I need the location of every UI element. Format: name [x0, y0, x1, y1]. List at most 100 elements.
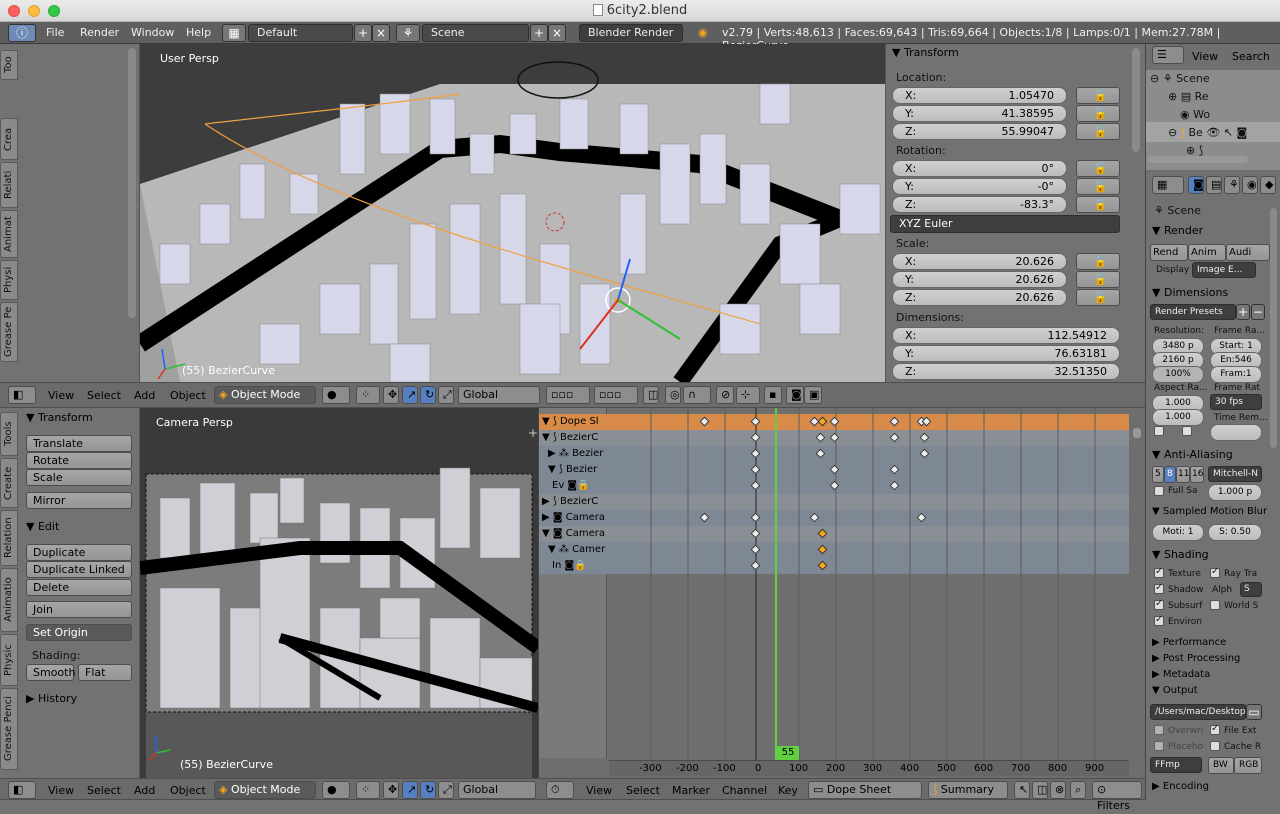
add-layout-button[interactable]: + — [354, 24, 372, 42]
menu-view-bottom[interactable]: View — [48, 784, 74, 797]
properties-scrollbar[interactable] — [1270, 208, 1277, 448]
pivot-icon[interactable]: ⁘ — [356, 386, 380, 404]
antialiasing-panel-header[interactable]: ▼ Anti-Aliasing — [1152, 448, 1233, 461]
rotate-manip-icon[interactable]: ↻ — [420, 386, 436, 404]
tab-physics[interactable]: Physic — [0, 634, 18, 686]
placeholders-checkbox[interactable] — [1154, 741, 1164, 751]
channel-camera-1[interactable]: ▶ ◙ Camera — [542, 510, 605, 525]
menu-view-top[interactable]: View — [48, 389, 74, 402]
viewport-3d-top[interactable]: User Persp (55) BezierCurve — [140, 44, 885, 382]
transform-scrollbar[interactable] — [1132, 48, 1140, 152]
outliner-item-renderlayers[interactable]: ⊕ ▤ Re — [1168, 90, 1209, 103]
renderlayer-tab-icon[interactable]: ▤ — [1206, 176, 1222, 194]
manipulator-icon[interactable]: ✥ — [383, 386, 399, 404]
scene-icon[interactable]: ⚘ — [396, 24, 420, 42]
ds-mode-select[interactable]: ▭ Dope Sheet — [808, 781, 922, 799]
tab-physics-top[interactable]: Physi — [0, 260, 18, 300]
add-scene-button[interactable]: + — [530, 24, 548, 42]
outliner-hscroll[interactable] — [1148, 156, 1248, 163]
time-remap-fields[interactable] — [1210, 424, 1262, 441]
dimension-y[interactable]: Y: 76.63181 — [892, 345, 1120, 362]
ds-menu-view[interactable]: View — [586, 784, 612, 797]
mode-select-bottom[interactable]: ◈ Object Mode — [214, 781, 316, 799]
remove-layout-button[interactable]: × — [372, 24, 390, 42]
mirror-button[interactable]: Mirror — [26, 492, 132, 509]
snap-target-icon[interactable]: ▪ — [764, 386, 782, 404]
metadata-panel-header[interactable]: ▶ Metadata — [1152, 669, 1210, 680]
ds-search-icon[interactable]: ⌕ — [1070, 781, 1086, 799]
crop-checkbox[interactable] — [1182, 426, 1192, 436]
editor-type-icon[interactable]: ⓘ — [8, 24, 36, 42]
raytrace-checkbox[interactable] — [1210, 566, 1220, 578]
rotation-x[interactable]: X: 0° — [892, 160, 1067, 177]
render-presets-select[interactable]: Render Presets — [1150, 304, 1236, 320]
duplicate-linked-button[interactable]: Duplicate Linked — [26, 561, 132, 578]
rotate-button[interactable]: Rotate — [26, 452, 132, 469]
tab-create[interactable]: Create — [0, 458, 18, 508]
full-sample-checkbox[interactable] — [1154, 486, 1164, 496]
output-path-field[interactable]: /Users/mac/Desktop... — [1150, 704, 1254, 720]
color-rgb-button[interactable]: RGB — [1234, 757, 1262, 774]
dopesheet-scrollbar[interactable] — [1133, 428, 1141, 438]
aa-samples-11[interactable]: 11 — [1176, 466, 1190, 483]
scene-tab-icon[interactable]: ⚘ — [1224, 176, 1240, 194]
menu-select-bottom[interactable]: Select — [87, 784, 121, 797]
browse-folder-icon[interactable]: ▭ — [1246, 704, 1262, 720]
tab-animation-top[interactable]: Animat — [0, 210, 18, 258]
history-header[interactable]: ▶ History — [26, 692, 77, 705]
duplicate-button[interactable]: Duplicate — [26, 544, 132, 561]
location-z[interactable]: Z: 55.99047 — [892, 123, 1067, 140]
layout-field[interactable]: Default — [248, 24, 353, 42]
menu-object-bottom[interactable]: Object — [170, 784, 206, 797]
aa-samples-5[interactable]: 5 — [1152, 466, 1164, 483]
shading-panel-header[interactable]: ▼ Shading — [1152, 548, 1209, 561]
menu-file[interactable]: File — [46, 26, 64, 39]
border-checkbox[interactable] — [1154, 426, 1164, 436]
shading-mode-icon[interactable]: ● — [322, 386, 350, 404]
display-select[interactable]: Image E... — [1192, 262, 1256, 278]
object-tab-icon[interactable]: ◆ — [1260, 176, 1276, 194]
aa-samples-16[interactable]: 16 — [1190, 466, 1204, 483]
render-anim-button[interactable]: Anim — [1188, 244, 1226, 261]
scale-x[interactable]: X: 20.626 — [892, 253, 1067, 270]
ds-menu-select[interactable]: Select — [626, 784, 660, 797]
rotation-z[interactable]: Z: -83.3° — [892, 196, 1067, 213]
outliner-item-world[interactable]: ◉ Wo — [1180, 108, 1210, 121]
channel-influence[interactable]: In ◙🔒 — [552, 558, 587, 573]
delete-button[interactable]: Delete — [26, 579, 132, 596]
tab-relation[interactable]: Relation — [0, 510, 18, 566]
scale-y[interactable]: Y: 20.626 — [892, 271, 1067, 288]
ds-menu-marker[interactable]: Marker — [672, 784, 710, 797]
world-tab-icon[interactable]: ◉ — [1242, 176, 1258, 194]
lock-scale-x-icon[interactable]: 🔓 — [1076, 253, 1120, 270]
orientation-select-bottom[interactable]: Global — [458, 781, 536, 799]
rotation-mode-select[interactable]: XYZ Euler — [890, 215, 1120, 233]
proportional-icon[interactable]: ◎ — [665, 386, 681, 404]
properties-editor-icon[interactable]: ▦ — [1152, 176, 1184, 194]
tool-shelf-scrollbar[interactable] — [128, 48, 136, 318]
encoding-panel-header[interactable]: ▶ Encoding — [1152, 781, 1209, 792]
channel-bezier-data[interactable]: ▼ ⟆ Bezier — [548, 462, 597, 477]
menu-help[interactable]: Help — [186, 26, 211, 39]
aa-filter-select[interactable]: Mitchell-N — [1208, 466, 1262, 482]
lock-rotation-x-icon[interactable]: 🔓 — [1076, 160, 1120, 177]
translate-manip-icon[interactable]: ↗ — [402, 386, 418, 404]
scale-button[interactable]: Scale — [26, 469, 132, 486]
snap-icon[interactable]: ⊘ — [716, 386, 734, 404]
editor-type-3d-icon[interactable]: ◧ — [8, 386, 36, 404]
file-format-select[interactable]: FFmp — [1150, 757, 1202, 773]
render-engine-select[interactable]: Blender Render — [579, 24, 683, 42]
channel-bezier-action[interactable]: ▶ ⁂ Bezier — [548, 446, 603, 461]
shadow-checkbox[interactable] — [1154, 582, 1164, 594]
lock-location-z-icon[interactable]: 🔓 — [1076, 123, 1120, 140]
outliner-editor-icon[interactable]: ☰ — [1152, 46, 1184, 64]
scale-manip-icon[interactable]: ⤢ — [438, 386, 454, 404]
zoom-window-button[interactable] — [48, 5, 60, 17]
cache-result-checkbox[interactable] — [1210, 741, 1220, 751]
mode-select-top[interactable]: ◈ Object Mode — [214, 386, 316, 404]
motion-samples-field[interactable]: Moti: 1 — [1152, 524, 1204, 541]
tab-grease-pencil[interactable]: Grease Penci — [0, 688, 18, 770]
render-audio-button[interactable]: Audi — [1226, 244, 1270, 261]
post-processing-panel-header[interactable]: ▶ Post Processing — [1152, 653, 1240, 664]
translate-button[interactable]: Translate — [26, 435, 132, 452]
